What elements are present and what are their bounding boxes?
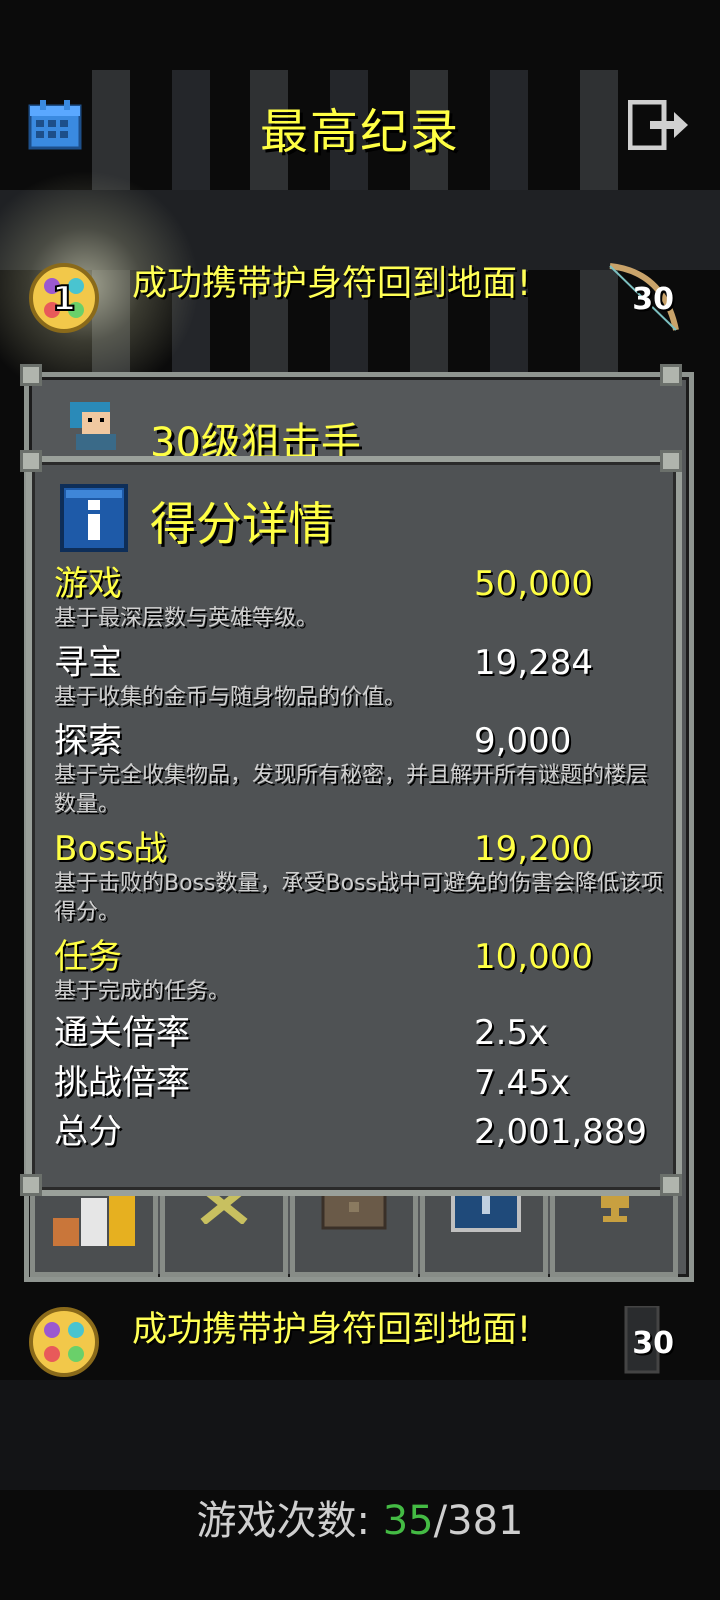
record-description: 成功携带护身符回到地面!: [132, 264, 532, 304]
multiplier-value-win: 2.5x: [474, 1013, 549, 1053]
games-played-counter: 游戏次数: 35/381: [0, 1488, 720, 1546]
score-label-game: 游戏: [54, 564, 122, 604]
games-total-count: /381: [433, 1498, 524, 1544]
huntress-avatar-icon: [70, 402, 116, 450]
total-score-value: 2,001,889: [474, 1112, 648, 1152]
window-corner: [20, 364, 42, 386]
multiplier-label-win: 通关倍率: [54, 1013, 190, 1053]
score-desc-exploration: 基于完全收集物品，发现所有秘密，并且解开所有谜题的楼层数量。: [54, 763, 649, 817]
window-corner: [660, 450, 682, 472]
multiplier-value-challenge: 7.45x: [474, 1063, 570, 1103]
window-corner: [20, 1174, 42, 1196]
total-score-label: 总分: [54, 1112, 122, 1152]
amulet-medal-icon: 1: [29, 263, 99, 333]
score-desc-game: 基于最深层数与英雄等级。: [54, 606, 319, 631]
score-value-treasure: 19,284: [474, 643, 593, 683]
window-corner: [660, 364, 682, 386]
detail-tabs: [30, 1188, 680, 1278]
score-desc-treasure: 基于收集的金币与随身物品的价值。: [54, 685, 407, 710]
score-value-boss: 19,200: [474, 829, 593, 869]
score-label-exploration: 探索: [54, 721, 122, 761]
background-floor: [0, 1380, 720, 1490]
info-icon: [60, 484, 128, 552]
window-corner: [20, 450, 42, 472]
tab-badges[interactable]: [420, 1188, 548, 1277]
score-desc-boss: 基于击败的Boss数量，承受Boss战中可避免的伤害会降低该项得分。: [54, 871, 663, 925]
amulet-medal-icon: [29, 1307, 99, 1377]
score-desc-quests: 基于完成的任务。: [54, 979, 231, 1004]
tab-equipment[interactable]: [160, 1188, 288, 1277]
record-rank: 1: [52, 279, 76, 319]
score-label-treasure: 寻宝: [54, 643, 122, 683]
tab-items[interactable]: [290, 1188, 418, 1277]
score-details-title: 得分详情: [150, 497, 334, 551]
tab-challenges[interactable]: [550, 1188, 678, 1277]
tab-stats[interactable]: [30, 1188, 158, 1277]
score-value-game: 50,000: [474, 564, 593, 604]
multiplier-label-challenge: 挑战倍率: [54, 1063, 190, 1103]
score-label-boss: Boss战: [54, 829, 168, 869]
page-title: 最高纪录: [259, 104, 460, 160]
score-label-quests: 任务: [54, 937, 122, 977]
score-value-exploration: 9,000: [474, 721, 572, 761]
stats-icon: [53, 1188, 135, 1246]
score-value-quests: 10,000: [474, 937, 593, 977]
window-corner: [660, 1174, 682, 1196]
games-won-count: 35: [382, 1498, 434, 1544]
record-level: 30: [632, 282, 674, 317]
games-played-label: 游戏次数:: [196, 1498, 371, 1544]
record-description: 成功携带护身符回到地面!: [132, 1310, 532, 1350]
record-level: 30: [632, 1326, 674, 1361]
exit-icon[interactable]: [628, 100, 690, 150]
